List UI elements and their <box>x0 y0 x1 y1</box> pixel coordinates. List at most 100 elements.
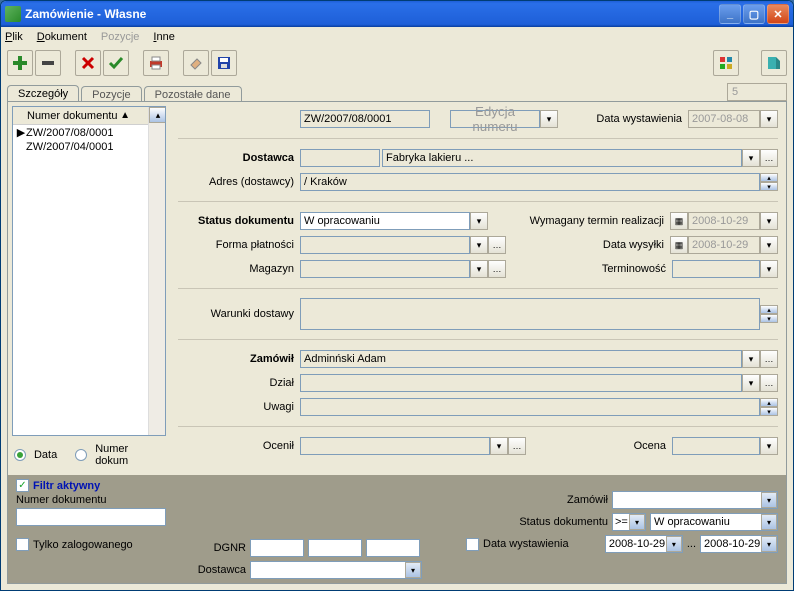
menu-pozycje: Pozycje <box>101 31 140 43</box>
numer-dokumentu-input[interactable] <box>16 508 166 526</box>
color-toggle-button[interactable] <box>713 50 739 76</box>
menubar: Plik Dokument Pozycje Inne <box>1 27 793 47</box>
forma-field[interactable] <box>300 236 470 254</box>
dzial-field[interactable] <box>300 374 742 392</box>
spin-up-icon[interactable]: ▴ <box>760 305 778 314</box>
data-wysylki-label: Data wysyłki <box>603 239 670 251</box>
exit-button[interactable] <box>761 50 787 76</box>
data-wystawienia-field: 2007-08-08 <box>688 110 760 128</box>
remove-button[interactable] <box>35 50 61 76</box>
zamowil-field: Adminński Adam <box>300 350 742 368</box>
spin-up-icon[interactable]: ▴ <box>760 398 778 407</box>
status-val-combo[interactable]: W opracowaniu▾ <box>650 513 778 531</box>
spin-down-icon[interactable]: ▾ <box>760 407 778 416</box>
date-to-combo[interactable]: 2008-10-29▾ <box>700 535 778 553</box>
dropdown-icon[interactable]: ▾ <box>470 260 488 278</box>
maximize-button[interactable]: ▢ <box>743 4 765 24</box>
delete-button[interactable] <box>75 50 101 76</box>
page-number: 5 <box>727 83 787 101</box>
lookup-icon[interactable]: … <box>760 350 778 368</box>
sort-caret-icon: ▲ <box>120 110 130 121</box>
ocenil-label: Ocenił <box>178 440 300 452</box>
lookup-icon[interactable]: … <box>488 260 506 278</box>
docnum-field: ZW/2007/08/0001 <box>300 110 430 128</box>
cal-icon[interactable]: ▦ <box>670 212 688 230</box>
dzial-label: Dział <box>178 377 300 389</box>
close-button[interactable]: ✕ <box>767 4 789 24</box>
date-from-combo[interactable]: 2008-10-29▾ <box>605 535 683 553</box>
wymagany-termin-label: Wymagany termin realizacji <box>530 215 670 227</box>
dostawca-filter-combo[interactable]: ▾ <box>250 561 422 579</box>
ocena-field[interactable] <box>672 437 760 455</box>
tab-szczegoly[interactable]: Szczegóły <box>7 85 79 102</box>
dropdown-icon[interactable]: ▾ <box>470 212 488 230</box>
date-sep: ... <box>687 538 696 550</box>
dostawca-code[interactable] <box>300 149 380 167</box>
dgnr-input-3[interactable] <box>366 539 420 557</box>
dropdown-icon[interactable]: ▾ <box>760 437 778 455</box>
lookup-icon[interactable]: … <box>760 149 778 167</box>
data-wystawienia-filter-label: Data wystawienia <box>483 538 601 550</box>
form-panel: ZW/2007/08/0001 Edycja numeru ▾ Data wys… <box>170 102 786 470</box>
dropdown-icon[interactable]: ▾ <box>540 110 558 128</box>
ocenil-field[interactable] <box>300 437 490 455</box>
cal-icon[interactable]: ▦ <box>670 236 688 254</box>
dostawca-name: Fabryka lakieru ... <box>382 149 742 167</box>
save-button[interactable] <box>211 50 237 76</box>
filtr-aktywny-check[interactable]: ✓ Filtr aktywny <box>16 479 176 492</box>
magazyn-field[interactable] <box>300 260 470 278</box>
status-field[interactable]: W opracowaniu <box>300 212 470 230</box>
list-item[interactable]: ▶ZW/2007/08/0001 <box>13 125 148 140</box>
adres-field: / Kraków <box>300 173 760 191</box>
uwagi-field[interactable] <box>300 398 760 416</box>
dropdown-icon[interactable]: ▾ <box>470 236 488 254</box>
erase-button[interactable] <box>183 50 209 76</box>
add-button[interactable] <box>7 50 33 76</box>
status-op-combo[interactable]: >= ▾ <box>612 513 646 531</box>
uwagi-label: Uwagi <box>178 401 300 413</box>
data-wystawienia-check[interactable] <box>466 538 479 551</box>
date-dropdown-icon[interactable]: ▾ <box>760 110 778 128</box>
approve-button[interactable] <box>103 50 129 76</box>
warunki-field[interactable] <box>300 298 760 330</box>
spin-down-icon[interactable]: ▾ <box>760 182 778 191</box>
tab-row: Szczegóły Pozycje Pozostałe dane 5 <box>1 79 793 101</box>
dropdown-icon[interactable]: ▾ <box>760 212 778 230</box>
filter-panel: ✓ Filtr aktywny Numer dokumentu Tylko za… <box>8 475 786 583</box>
radio-data[interactable] <box>14 449 26 461</box>
status-filter-label: Status dokumentu <box>466 516 608 528</box>
menu-dokument[interactable]: Dokument <box>37 31 87 43</box>
spin-up-icon[interactable]: ▴ <box>760 173 778 182</box>
minimize-button[interactable]: _ <box>719 4 741 24</box>
dropdown-icon[interactable]: ▾ <box>760 236 778 254</box>
lookup-icon[interactable]: … <box>760 374 778 392</box>
dropdown-icon[interactable]: ▾ <box>742 374 760 392</box>
menu-plik[interactable]: Plik <box>5 31 23 43</box>
zamowil-filter-combo[interactable]: ▾ <box>612 491 778 509</box>
edycja-numeru-button[interactable]: Edycja numeru <box>450 110 540 128</box>
data-wysylki-field: 2008-10-29 <box>688 236 760 254</box>
list-scrollbar[interactable]: ▴ <box>148 107 165 435</box>
dgnr-input-1[interactable] <box>250 539 304 557</box>
document-listbox[interactable]: Numer dokumentu ▲ ▶ZW/2007/08/0001 ZW/20… <box>12 106 166 436</box>
dropdown-icon[interactable]: ▾ <box>742 149 760 167</box>
document-list-panel: Numer dokumentu ▲ ▶ZW/2007/08/0001 ZW/20… <box>8 102 170 470</box>
print-button[interactable] <box>143 50 169 76</box>
dropdown-icon[interactable]: ▾ <box>760 260 778 278</box>
tylko-zalogowanego-check[interactable]: Tylko zalogowanego <box>16 538 176 551</box>
menu-inne[interactable]: Inne <box>153 31 174 43</box>
list-item[interactable]: ZW/2007/04/0001 <box>13 140 148 154</box>
dropdown-icon[interactable]: ▾ <box>490 437 508 455</box>
terminowosc-field[interactable] <box>672 260 760 278</box>
radio-num[interactable] <box>75 449 87 461</box>
tylko-zalogowanego-label: Tylko zalogowanego <box>33 539 133 551</box>
sort-radios: Data Numer dokum <box>8 440 170 470</box>
radio-num-label: Numer dokum <box>95 443 164 467</box>
dropdown-icon[interactable]: ▾ <box>742 350 760 368</box>
dgnr-input-2[interactable] <box>308 539 362 557</box>
lookup-icon[interactable]: … <box>488 236 506 254</box>
spin-down-icon[interactable]: ▾ <box>760 314 778 323</box>
zamowil-label: Zamówił <box>178 353 300 365</box>
titlebar[interactable]: Zamówienie - Własne _ ▢ ✕ <box>1 1 793 27</box>
lookup-icon[interactable]: … <box>508 437 526 455</box>
